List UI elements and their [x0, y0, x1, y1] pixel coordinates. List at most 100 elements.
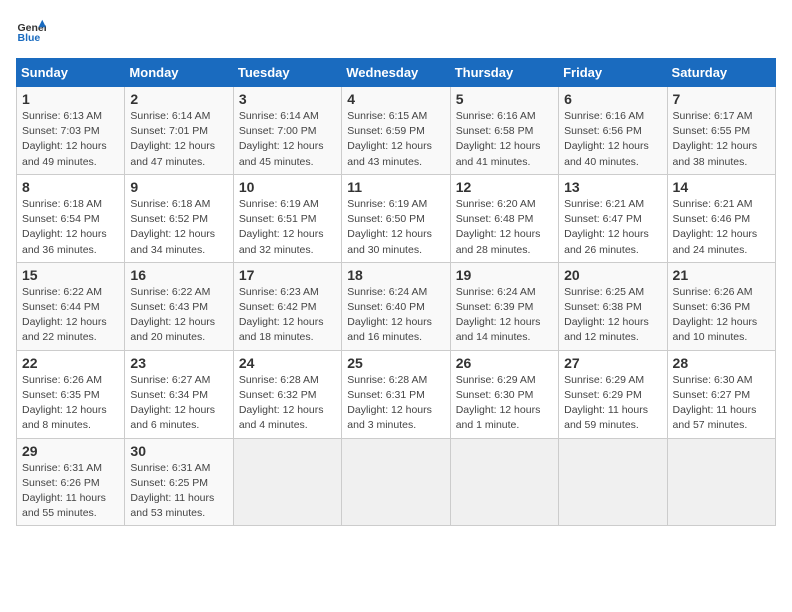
- day-of-week-header: Tuesday: [233, 59, 341, 87]
- day-info: Sunrise: 6:17 AM Sunset: 6:55 PM Dayligh…: [673, 109, 770, 170]
- calendar-day-cell: 15Sunrise: 6:22 AM Sunset: 6:44 PM Dayli…: [17, 262, 125, 350]
- day-info: Sunrise: 6:24 AM Sunset: 6:40 PM Dayligh…: [347, 285, 444, 346]
- day-number: 9: [130, 179, 227, 195]
- calendar-day-cell: 22 Sunrise: 6:26 AM Sunset: 6:35 PM Dayli…: [17, 350, 125, 438]
- logo-icon: General Blue: [16, 16, 46, 46]
- calendar-day-cell: 9 Sunrise: 6:18 AM Sunset: 6:52 PM Daylig…: [125, 174, 233, 262]
- svg-text:Blue: Blue: [18, 32, 41, 44]
- days-of-week-row: SundayMondayTuesdayWednesdayThursdayFrid…: [17, 59, 776, 87]
- calendar-week-row: 1 Sunrise: 6:13 AM Sunset: 7:03 PM Daylig…: [17, 87, 776, 175]
- calendar-day-cell: 13 Sunrise: 6:21 AM Sunset: 6:47 PM Dayli…: [559, 174, 667, 262]
- day-number: 6: [564, 91, 661, 107]
- day-info: Sunrise: 6:25 AM Sunset: 6:38 PM Dayligh…: [564, 285, 661, 346]
- day-info: Sunrise: 6:18 AM Sunset: 6:54 PM Dayligh…: [22, 197, 119, 258]
- calendar-day-cell: 25Sunrise: 6:28 AM Sunset: 6:31 PM Dayli…: [342, 350, 450, 438]
- day-info: Sunrise: 6:18 AM Sunset: 6:52 PM Dayligh…: [130, 197, 227, 258]
- calendar-week-row: 15Sunrise: 6:22 AM Sunset: 6:44 PM Dayli…: [17, 262, 776, 350]
- calendar-day-cell: 23 Sunrise: 6:27 AM Sunset: 6:34 PM Dayli…: [125, 350, 233, 438]
- calendar-day-cell: 8Sunrise: 6:18 AM Sunset: 6:54 PM Daylig…: [17, 174, 125, 262]
- day-number: 30: [130, 443, 227, 459]
- calendar-day-cell: 5Sunrise: 6:16 AM Sunset: 6:58 PM Daylig…: [450, 87, 558, 175]
- day-of-week-header: Saturday: [667, 59, 775, 87]
- day-info: Sunrise: 6:19 AM Sunset: 6:50 PM Dayligh…: [347, 197, 444, 258]
- day-info: Sunrise: 6:22 AM Sunset: 6:43 PM Dayligh…: [130, 285, 227, 346]
- day-info: Sunrise: 6:23 AM Sunset: 6:42 PM Dayligh…: [239, 285, 336, 346]
- calendar-day-cell: 7 Sunrise: 6:17 AM Sunset: 6:55 PM Daylig…: [667, 87, 775, 175]
- calendar-day-cell: 1 Sunrise: 6:13 AM Sunset: 7:03 PM Daylig…: [17, 87, 125, 175]
- calendar-day-cell: 29Sunrise: 6:31 AM Sunset: 6:26 PM Dayli…: [17, 438, 125, 526]
- day-info: Sunrise: 6:22 AM Sunset: 6:44 PM Dayligh…: [22, 285, 119, 346]
- calendar-week-row: 29Sunrise: 6:31 AM Sunset: 6:26 PM Dayli…: [17, 438, 776, 526]
- calendar-day-cell: 18 Sunrise: 6:24 AM Sunset: 6:40 PM Dayli…: [342, 262, 450, 350]
- calendar-day-cell: 17 Sunrise: 6:23 AM Sunset: 6:42 PM Dayli…: [233, 262, 341, 350]
- day-number: 13: [564, 179, 661, 195]
- calendar-day-cell: 24 Sunrise: 6:28 AM Sunset: 6:32 PM Dayli…: [233, 350, 341, 438]
- day-number: 3: [239, 91, 336, 107]
- calendar-day-cell: 14Sunrise: 6:21 AM Sunset: 6:46 PM Dayli…: [667, 174, 775, 262]
- calendar-day-cell: 2 Sunrise: 6:14 AM Sunset: 7:01 PM Daylig…: [125, 87, 233, 175]
- day-number: 7: [673, 91, 770, 107]
- day-number: 10: [239, 179, 336, 195]
- day-number: 24: [239, 355, 336, 371]
- day-info: Sunrise: 6:14 AM Sunset: 7:00 PM Dayligh…: [239, 109, 336, 170]
- calendar-day-cell: 3 Sunrise: 6:14 AM Sunset: 7:00 PM Daylig…: [233, 87, 341, 175]
- calendar-day-cell: [450, 438, 558, 526]
- day-info: Sunrise: 6:13 AM Sunset: 7:03 PM Dayligh…: [22, 109, 119, 170]
- day-info: Sunrise: 6:31 AM Sunset: 6:25 PM Dayligh…: [130, 461, 227, 522]
- calendar-day-cell: [342, 438, 450, 526]
- day-info: Sunrise: 6:21 AM Sunset: 6:47 PM Dayligh…: [564, 197, 661, 258]
- calendar-day-cell: 11 Sunrise: 6:19 AM Sunset: 6:50 PM Dayli…: [342, 174, 450, 262]
- day-info: Sunrise: 6:24 AM Sunset: 6:39 PM Dayligh…: [456, 285, 553, 346]
- header: General Blue: [16, 16, 776, 46]
- calendar-body: 1 Sunrise: 6:13 AM Sunset: 7:03 PM Daylig…: [17, 87, 776, 526]
- calendar-day-cell: 26Sunrise: 6:29 AM Sunset: 6:30 PM Dayli…: [450, 350, 558, 438]
- calendar-header: SundayMondayTuesdayWednesdayThursdayFrid…: [17, 59, 776, 87]
- day-of-week-header: Monday: [125, 59, 233, 87]
- day-info: Sunrise: 6:27 AM Sunset: 6:34 PM Dayligh…: [130, 373, 227, 434]
- calendar-day-cell: 16 Sunrise: 6:22 AM Sunset: 6:43 PM Dayli…: [125, 262, 233, 350]
- day-info: Sunrise: 6:28 AM Sunset: 6:32 PM Dayligh…: [239, 373, 336, 434]
- day-number: 19: [456, 267, 553, 283]
- day-number: 11: [347, 179, 444, 195]
- day-info: Sunrise: 6:29 AM Sunset: 6:29 PM Dayligh…: [564, 373, 661, 434]
- calendar-day-cell: 12 Sunrise: 6:20 AM Sunset: 6:48 PM Dayli…: [450, 174, 558, 262]
- calendar-day-cell: 21Sunrise: 6:26 AM Sunset: 6:36 PM Dayli…: [667, 262, 775, 350]
- calendar-day-cell: 27 Sunrise: 6:29 AM Sunset: 6:29 PM Dayli…: [559, 350, 667, 438]
- day-of-week-header: Thursday: [450, 59, 558, 87]
- calendar-week-row: 22 Sunrise: 6:26 AM Sunset: 6:35 PM Dayli…: [17, 350, 776, 438]
- day-info: Sunrise: 6:19 AM Sunset: 6:51 PM Dayligh…: [239, 197, 336, 258]
- day-number: 1: [22, 91, 119, 107]
- calendar-day-cell: 19 Sunrise: 6:24 AM Sunset: 6:39 PM Dayli…: [450, 262, 558, 350]
- day-number: 18: [347, 267, 444, 283]
- calendar-day-cell: 10 Sunrise: 6:19 AM Sunset: 6:51 PM Dayli…: [233, 174, 341, 262]
- day-number: 27: [564, 355, 661, 371]
- day-of-week-header: Wednesday: [342, 59, 450, 87]
- day-number: 12: [456, 179, 553, 195]
- day-number: 4: [347, 91, 444, 107]
- day-number: 16: [130, 267, 227, 283]
- calendar-day-cell: 28 Sunrise: 6:30 AM Sunset: 6:27 PM Dayli…: [667, 350, 775, 438]
- calendar-day-cell: [667, 438, 775, 526]
- day-info: Sunrise: 6:30 AM Sunset: 6:27 PM Dayligh…: [673, 373, 770, 434]
- day-number: 22: [22, 355, 119, 371]
- day-number: 23: [130, 355, 227, 371]
- day-info: Sunrise: 6:14 AM Sunset: 7:01 PM Dayligh…: [130, 109, 227, 170]
- logo: General Blue: [16, 16, 50, 46]
- calendar-day-cell: 20 Sunrise: 6:25 AM Sunset: 6:38 PM Dayli…: [559, 262, 667, 350]
- day-info: Sunrise: 6:16 AM Sunset: 6:58 PM Dayligh…: [456, 109, 553, 170]
- day-number: 17: [239, 267, 336, 283]
- day-of-week-header: Friday: [559, 59, 667, 87]
- day-of-week-header: Sunday: [17, 59, 125, 87]
- day-number: 20: [564, 267, 661, 283]
- day-info: Sunrise: 6:16 AM Sunset: 6:56 PM Dayligh…: [564, 109, 661, 170]
- day-number: 14: [673, 179, 770, 195]
- calendar-day-cell: 6 Sunrise: 6:16 AM Sunset: 6:56 PM Daylig…: [559, 87, 667, 175]
- calendar-day-cell: 4Sunrise: 6:15 AM Sunset: 6:59 PM Daylig…: [342, 87, 450, 175]
- day-info: Sunrise: 6:29 AM Sunset: 6:30 PM Dayligh…: [456, 373, 553, 434]
- day-info: Sunrise: 6:31 AM Sunset: 6:26 PM Dayligh…: [22, 461, 119, 522]
- day-number: 28: [673, 355, 770, 371]
- calendar-table: SundayMondayTuesdayWednesdayThursdayFrid…: [16, 58, 776, 526]
- day-info: Sunrise: 6:20 AM Sunset: 6:48 PM Dayligh…: [456, 197, 553, 258]
- day-info: Sunrise: 6:26 AM Sunset: 6:35 PM Dayligh…: [22, 373, 119, 434]
- day-number: 2: [130, 91, 227, 107]
